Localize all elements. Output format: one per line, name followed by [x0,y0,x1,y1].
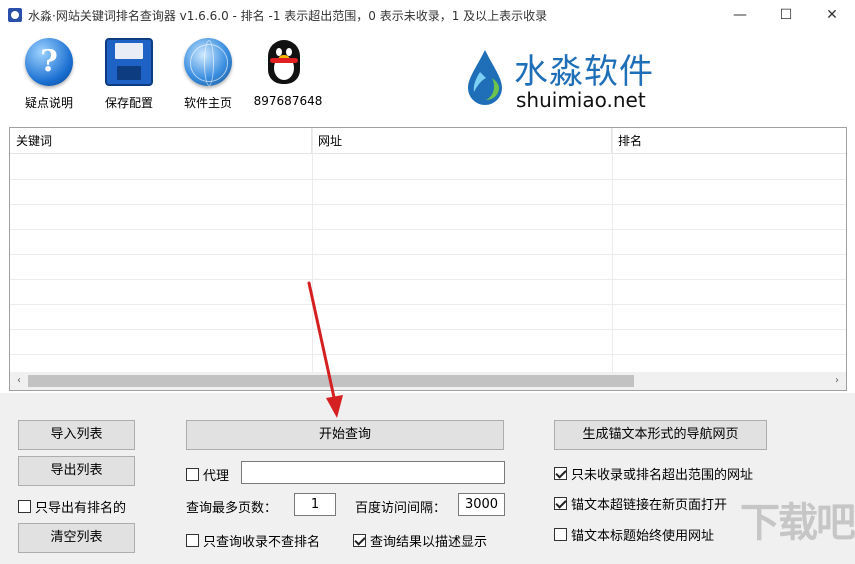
help-button[interactable]: ? 疑点说明 [12,38,86,111]
import-list-button[interactable]: 导入列表 [18,420,135,450]
globe-icon [184,38,232,86]
homepage-label: 软件主页 [183,96,232,110]
brand-name: 水淼软件 [514,52,654,92]
desc-display-label: 查询结果以描述显示 [370,535,488,550]
horizontal-scrollbar[interactable]: ‹ › [10,372,846,390]
open-new-page-label: 锚文本超链接在新页面打开 [571,498,728,513]
scroll-thumb[interactable] [28,375,634,387]
start-query-button[interactable]: 开始查询 [186,420,504,450]
watermark: 下载吧 [740,500,855,546]
column-url[interactable]: 网址 [312,128,612,154]
proxy-input[interactable] [241,461,505,484]
checkbox-box-checked [554,467,567,480]
checkbox-box [186,468,199,481]
scroll-left-icon[interactable]: ‹ [10,372,28,390]
column-rank[interactable]: 排名 [612,128,846,154]
homepage-button[interactable]: 软件主页 [171,38,245,111]
clear-list-button[interactable]: 清空列表 [18,523,135,553]
save-icon [105,38,153,86]
generate-nav-page-button[interactable]: 生成锚文本形式的导航网页 [554,420,767,450]
interval-input[interactable]: 3000 [458,493,505,516]
checkbox-box [554,528,567,541]
export-ranked-only-checkbox[interactable]: 只导出有排名的 [18,497,126,516]
checkbox-box-checked [353,534,366,547]
checkbox-box [186,534,199,547]
only-unindexed-label: 只未收录或排名超出范围的网址 [571,468,754,483]
index-only-checkbox[interactable]: 只查询收录不查排名 [186,531,320,550]
qq-number-label: 897687648 [253,94,323,108]
title-bar: 水淼·网站关键词排名查询器 v1.6.6.0 - 排名 -1 表示超出范围，0 … [0,0,855,30]
toolbar: ? 疑点说明 保存配置 软件主页 897687648 水淼软件 shuimiao… [0,30,855,118]
water-drop-icon [468,50,502,105]
maximize-button[interactable]: ☐ [763,0,809,30]
help-label: 疑点说明 [24,96,73,110]
minimize-button[interactable]: — [717,0,763,30]
proxy-checkbox[interactable]: 代理 [186,465,229,484]
export-ranked-only-label: 只导出有排名的 [35,501,127,516]
help-icon: ? [25,38,73,86]
brand-logo: 水淼软件 shuimiao.net [466,44,676,114]
checkbox-box-checked [554,497,567,510]
max-pages-input[interactable]: 1 [294,493,336,516]
index-only-label: 只查询收录不查排名 [203,535,321,550]
interval-label: 百度访问间隔： [355,501,447,516]
save-config-label: 保存配置 [104,96,153,110]
title-use-url-checkbox[interactable]: 锚文本标题始终使用网址 [554,525,714,544]
max-pages-label: 查询最多页数： [186,501,278,516]
title-use-url-label: 锚文本标题始终使用网址 [571,529,715,544]
qq-icon [264,38,312,86]
only-unindexed-checkbox[interactable]: 只未收录或排名超出范围的网址 [554,464,753,483]
table-header: 关键词 网址 排名 [10,128,846,154]
open-new-page-checkbox[interactable]: 锚文本超链接在新页面打开 [554,494,727,513]
result-table[interactable]: 关键词 网址 排名 ‹ › [9,127,847,391]
window-title: 水淼·网站关键词排名查询器 v1.6.6.0 - 排名 -1 表示超出范围，0 … [28,9,548,23]
export-list-button[interactable]: 导出列表 [18,456,135,486]
proxy-label: 代理 [203,469,230,484]
qq-button[interactable]: 897687648 [251,38,325,108]
save-config-button[interactable]: 保存配置 [92,38,166,111]
brand-domain: shuimiao.net [516,88,646,112]
checkbox-box [18,500,31,513]
control-panel: 导入列表 导出列表 只导出有排名的 清空列表 开始查询 代理 查询最多页数： 1… [0,393,855,564]
scroll-right-icon[interactable]: › [828,372,846,390]
close-button[interactable]: ✕ [809,0,855,30]
app-icon [8,8,22,22]
desc-display-checkbox[interactable]: 查询结果以描述显示 [353,531,487,550]
column-keyword[interactable]: 关键词 [10,128,312,154]
